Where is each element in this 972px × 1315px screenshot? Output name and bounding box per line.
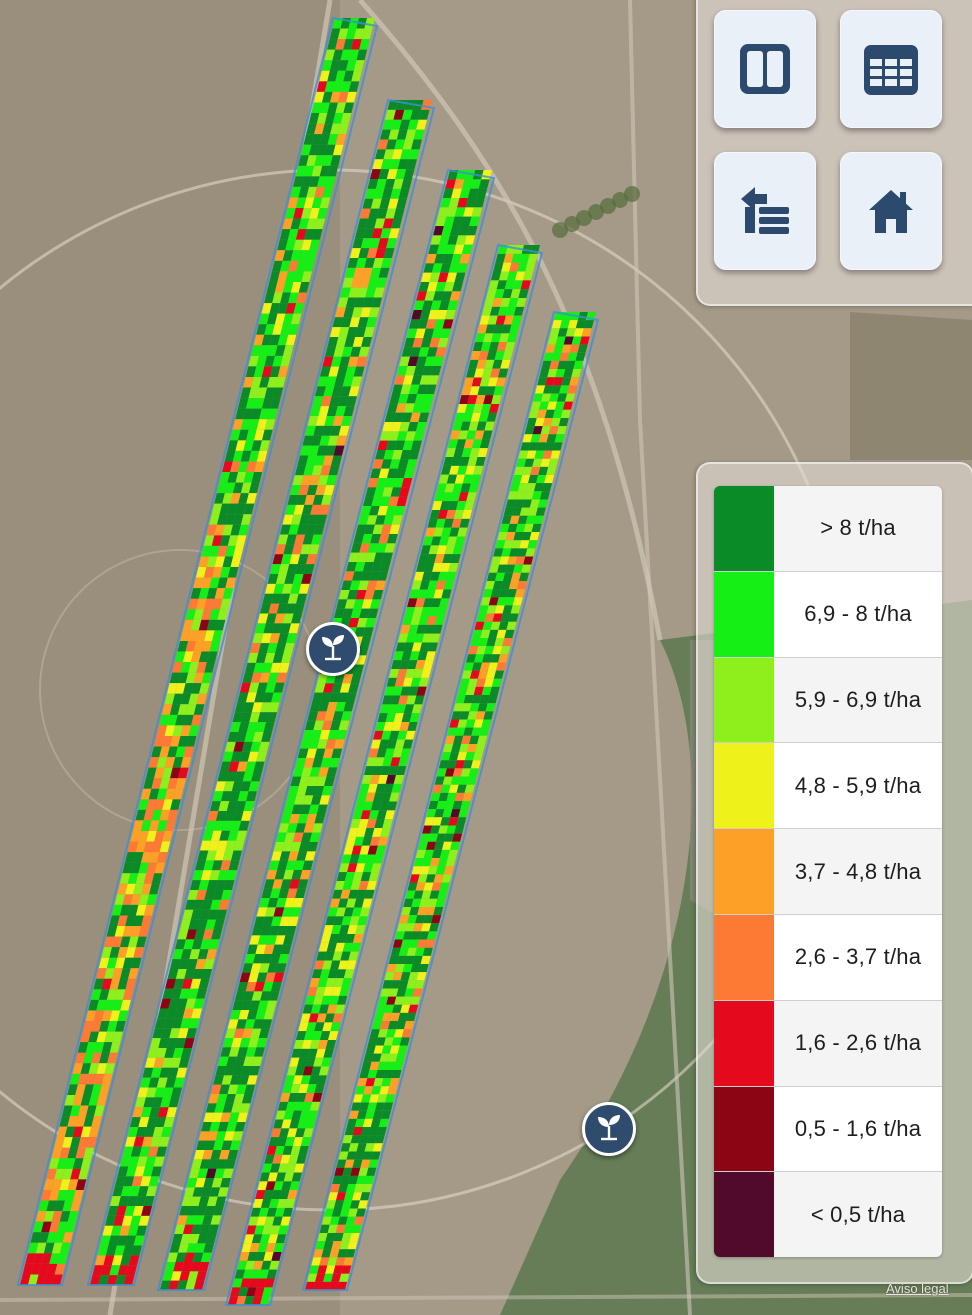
legend-swatch <box>714 829 774 914</box>
legend-item: < 0,5 t/ha <box>714 1172 942 1258</box>
legend-label: 2,6 - 3,7 t/ha <box>774 914 942 1000</box>
split-view-icon <box>737 41 793 97</box>
legend-swatch <box>714 1000 774 1086</box>
legend-swatch <box>714 1086 774 1172</box>
legend-item: 0,5 - 1,6 t/ha <box>714 1086 942 1173</box>
plant-marker[interactable] <box>582 1102 636 1156</box>
plant-marker[interactable] <box>306 622 360 676</box>
plant-icon <box>594 1112 624 1147</box>
legend-label: 6,9 - 8 t/ha <box>774 571 942 657</box>
legend-item: 1,6 - 2,6 t/ha <box>714 1000 942 1087</box>
legend-item: 6,9 - 8 t/ha <box>714 571 942 658</box>
table-view-button[interactable] <box>840 10 942 128</box>
legend-swatch <box>714 486 774 571</box>
layers-switch-icon <box>737 183 793 239</box>
legend-swatch <box>714 657 774 743</box>
legend-label: 1,6 - 2,6 t/ha <box>774 1000 942 1086</box>
home-icon <box>866 186 916 236</box>
layers-switch-button[interactable] <box>714 152 816 270</box>
split-view-button[interactable] <box>714 10 816 128</box>
plant-icon <box>318 632 348 667</box>
table-icon <box>862 41 920 97</box>
legend-item: 4,8 - 5,9 t/ha <box>714 743 942 830</box>
legend-swatch <box>714 743 774 829</box>
legend-item: > 8 t/ha <box>714 486 942 572</box>
legend-swatch <box>714 1172 774 1258</box>
legal-notice-link[interactable]: Aviso legal <box>886 1281 949 1296</box>
legend-label: 3,7 - 4,8 t/ha <box>774 829 942 914</box>
legend-item: 3,7 - 4,8 t/ha <box>714 829 942 915</box>
legend-label: 5,9 - 6,9 t/ha <box>774 657 942 743</box>
legend-swatch <box>714 571 774 657</box>
map-controls-panel <box>696 0 972 306</box>
yield-legend-panel: > 8 t/ha 6,9 - 8 t/ha 5,9 - 6,9 t/ha 4,8… <box>696 462 972 1284</box>
legend-label: > 8 t/ha <box>774 486 942 571</box>
legend-label: < 0,5 t/ha <box>774 1172 942 1258</box>
home-button[interactable] <box>840 152 942 270</box>
legend-label: 4,8 - 5,9 t/ha <box>774 743 942 829</box>
legend-item: 2,6 - 3,7 t/ha <box>714 914 942 1001</box>
legend-label: 0,5 - 1,6 t/ha <box>774 1086 942 1172</box>
legend-item: 5,9 - 6,9 t/ha <box>714 657 942 744</box>
yield-legend: > 8 t/ha 6,9 - 8 t/ha 5,9 - 6,9 t/ha 4,8… <box>714 486 942 1258</box>
legend-swatch <box>714 914 774 1000</box>
